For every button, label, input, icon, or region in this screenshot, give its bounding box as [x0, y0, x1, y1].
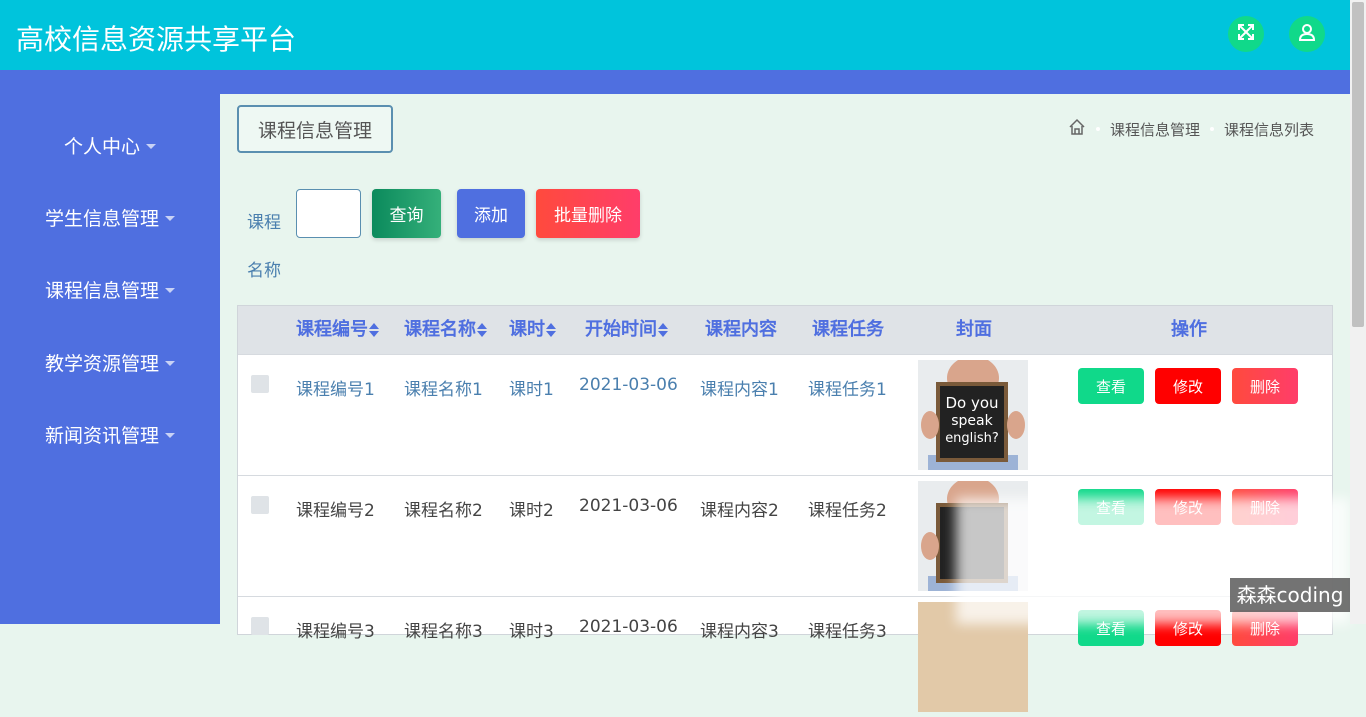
- add-button[interactable]: 添加: [457, 189, 525, 238]
- column-header-code[interactable]: 课程编号: [296, 306, 379, 354]
- page-title: 课程信息管理: [237, 105, 393, 153]
- sidebar-item-course-info[interactable]: 课程信息管理: [0, 269, 220, 309]
- cell-code: 课程编号2: [296, 501, 375, 521]
- cell-start: 2021-03-06: [579, 496, 678, 516]
- row-checkbox[interactable]: [251, 496, 269, 514]
- sidebar-item-label: 教学资源管理: [44, 352, 159, 375]
- cell-name: 课程名称3: [404, 622, 483, 642]
- cover-image: Do you speak english?: [918, 360, 1028, 470]
- expand-icon: [1236, 22, 1256, 46]
- sidebar-item-personal-center[interactable]: 个人中心: [0, 125, 220, 165]
- delete-button[interactable]: 删除: [1232, 368, 1298, 404]
- row-checkbox[interactable]: [251, 375, 269, 393]
- sidebar-item-teaching-resources[interactable]: 教学资源管理: [0, 342, 220, 382]
- select-all-checkbox[interactable]: [251, 321, 269, 339]
- column-header-content: 课程内容: [705, 319, 777, 340]
- cell-code: 课程编号1: [296, 380, 375, 400]
- breadcrumb-separator: [1209, 127, 1214, 131]
- column-header-start[interactable]: 开始时间: [585, 306, 668, 354]
- top-strip: [0, 70, 1350, 94]
- sidebar-item-label: 个人中心: [63, 135, 140, 158]
- cell-name: 课程名称2: [404, 501, 483, 521]
- breadcrumb: 课程信息管理 课程信息列表: [1068, 118, 1314, 140]
- cover-text: english?: [945, 431, 999, 446]
- breadcrumb-item[interactable]: 课程信息管理: [1110, 119, 1200, 140]
- caret-down-icon: [165, 432, 175, 438]
- sidebar-item-news[interactable]: 新闻资讯管理: [0, 414, 220, 454]
- app-title: 高校信息资源共享平台: [16, 23, 297, 56]
- cell-task: 课程任务3: [808, 622, 887, 642]
- fullscreen-button[interactable]: [1228, 16, 1264, 52]
- cell-hours: 课时2: [509, 501, 554, 521]
- column-header-task: 课程任务: [812, 319, 884, 340]
- cover-text: speak: [951, 413, 993, 429]
- user-button[interactable]: [1289, 16, 1325, 52]
- sort-icon[interactable]: [369, 323, 379, 337]
- column-header-actions: 操作: [1171, 319, 1207, 340]
- user-icon: [1297, 22, 1317, 46]
- sidebar-item-label: 学生信息管理: [44, 207, 159, 230]
- caret-down-icon: [165, 215, 175, 221]
- sidebar: 个人中心 学生信息管理 课程信息管理 教学资源管理 新闻资讯管理: [0, 94, 220, 624]
- caret-down-icon: [146, 143, 156, 149]
- edit-button[interactable]: 修改: [1155, 368, 1221, 404]
- search-label: 课程名称: [247, 213, 281, 281]
- scrollbar-thumb[interactable]: [1352, 2, 1364, 327]
- cell-name: 课程名称1: [404, 380, 483, 400]
- sort-icon[interactable]: [658, 323, 668, 337]
- cell-content: 课程内容2: [700, 501, 779, 521]
- cover-text: Do you: [945, 394, 998, 412]
- cell-code: 课程编号3: [296, 622, 375, 642]
- batch-delete-button[interactable]: 批量删除: [536, 189, 640, 238]
- caret-down-icon: [165, 360, 175, 366]
- sort-icon[interactable]: [546, 323, 556, 337]
- breadcrumb-separator: [1095, 127, 1100, 131]
- sidebar-item-label: 新闻资讯管理: [44, 424, 159, 447]
- cell-task: 课程任务1: [808, 380, 887, 400]
- column-header-hours[interactable]: 课时: [509, 306, 556, 354]
- table-row: 课程编号1 课程名称1 课时1 2021-03-06 课程内容1 课程任务1 D…: [238, 354, 1332, 475]
- query-button[interactable]: 查询: [372, 189, 441, 238]
- cell-hours: 课时1: [509, 380, 554, 400]
- top-bar: 高校信息资源共享平台: [0, 0, 1350, 70]
- column-header-cover: 封面: [956, 319, 992, 340]
- page-scrollbar[interactable]: [1350, 0, 1366, 624]
- breadcrumb-item-current: 课程信息列表: [1223, 120, 1314, 139]
- row-checkbox[interactable]: [251, 617, 269, 635]
- home-icon[interactable]: [1068, 118, 1086, 140]
- table-header: 课程编号 课程名称 课时 开始时间 课程内容 课程任务 封面 操作: [238, 306, 1332, 354]
- column-header-name[interactable]: 课程名称: [404, 306, 487, 354]
- course-name-input[interactable]: [296, 189, 361, 238]
- cell-start: 2021-03-06: [579, 375, 678, 395]
- sort-icon[interactable]: [477, 323, 487, 337]
- view-button[interactable]: 查看: [1078, 368, 1144, 404]
- sidebar-item-label: 课程信息管理: [44, 279, 159, 302]
- watermark: 森森coding: [1230, 578, 1350, 612]
- cell-hours: 课时3: [509, 622, 554, 642]
- cell-start: 2021-03-06: [579, 617, 678, 637]
- caret-down-icon: [165, 287, 175, 293]
- cell-task: 课程任务2: [808, 501, 887, 521]
- cell-content: 课程内容1: [700, 380, 779, 400]
- sidebar-item-student-info[interactable]: 学生信息管理: [0, 197, 220, 237]
- cell-content: 课程内容3: [700, 622, 779, 642]
